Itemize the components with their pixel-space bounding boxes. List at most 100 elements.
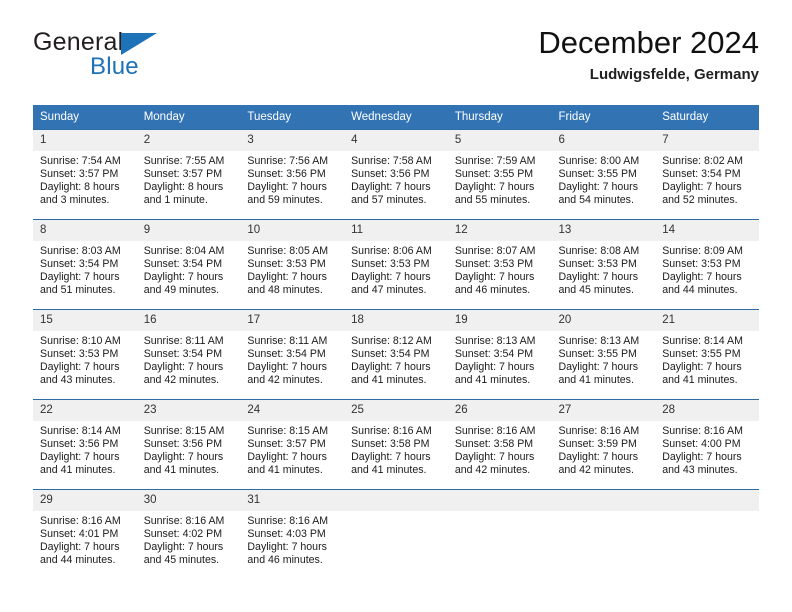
daylight-text-line1: Daylight: 7 hours	[454, 270, 535, 283]
calendar-day-cell[interactable]: 2 Sunrise: 7:55 AM Sunset: 3:57 PM Dayli…	[136, 129, 241, 220]
calendar-day-cell[interactable]: 17 Sunrise: 8:11 AM Sunset: 3:54 PM Dayl…	[240, 309, 345, 400]
calendar-day-cell[interactable]: 21 Sunrise: 8:14 AM Sunset: 3:55 PM Dayl…	[655, 309, 759, 400]
daylight-text-line2: and 43 minutes.	[40, 373, 116, 386]
calendar-day-cell[interactable]: 15 Sunrise: 8:10 AM Sunset: 3:53 PM Dayl…	[33, 309, 137, 400]
daylight-text-line2: and 57 minutes.	[351, 193, 427, 206]
day-number: 13	[551, 220, 656, 241]
daylight-text-line2: and 41 minutes.	[143, 463, 220, 476]
day-info: Sunrise: 8:06 AM Sunset: 3:53 PM Dayligh…	[344, 241, 448, 297]
calendar-day-cell[interactable]: 25 Sunrise: 8:16 AM Sunset: 3:58 PM Dayl…	[344, 399, 448, 490]
calendar-day-cell[interactable]: 18 Sunrise: 8:12 AM Sunset: 3:54 PM Dayl…	[344, 309, 448, 400]
sunset-text: Sunset: 3:54 PM	[40, 257, 119, 270]
sunrise-text: Sunrise: 8:12 AM	[351, 335, 432, 347]
sunset-text: Sunset: 3:57 PM	[143, 167, 223, 180]
daylight-text-line2: and 46 minutes.	[454, 283, 531, 296]
calendar-day-cell[interactable]: 3 Sunrise: 7:56 AM Sunset: 3:56 PM Dayli…	[240, 129, 345, 220]
day-info: Sunrise: 8:07 AM Sunset: 3:53 PM Dayligh…	[448, 241, 552, 297]
calendar-day-cell[interactable]: 9 Sunrise: 8:04 AM Sunset: 3:54 PM Dayli…	[136, 219, 241, 310]
day-info: Sunrise: 8:13 AM Sunset: 3:54 PM Dayligh…	[448, 331, 552, 387]
sunset-text: Sunset: 3:53 PM	[351, 257, 430, 270]
day-info: Sunrise: 8:08 AM Sunset: 3:53 PM Dayligh…	[552, 241, 656, 297]
sunset-text: Sunset: 3:58 PM	[454, 437, 534, 450]
calendar-header-row: Sunday Monday Tuesday Wednesday Thursday…	[33, 105, 759, 130]
calendar-week-row: 29 Sunrise: 8:16 AM Sunset: 4:01 PM Dayl…	[33, 489, 759, 579]
title-block: December 2024 Ludwigsfelde, Germany	[538, 24, 759, 86]
sunset-text: Sunset: 4:01 PM	[40, 527, 119, 540]
day-number: 17	[240, 310, 345, 331]
daylight-text-line2: and 45 minutes.	[558, 283, 634, 296]
sunrise-text: Sunrise: 8:16 AM	[662, 425, 743, 437]
day-info: Sunrise: 8:02 AM Sunset: 3:54 PM Dayligh…	[655, 151, 759, 207]
sunrise-text: Sunrise: 8:10 AM	[40, 335, 121, 347]
calendar-day-cell[interactable]: 7 Sunrise: 8:02 AM Sunset: 3:54 PM Dayli…	[655, 129, 759, 220]
sunrise-text: Sunrise: 8:13 AM	[454, 335, 536, 347]
calendar-day-cell[interactable]: 19 Sunrise: 8:13 AM Sunset: 3:54 PM Dayl…	[447, 309, 552, 400]
calendar-day-cell[interactable]: 28 Sunrise: 8:16 AM Sunset: 4:00 PM Dayl…	[655, 399, 759, 490]
calendar-day-cell[interactable]: 6 Sunrise: 8:00 AM Sunset: 3:55 PM Dayli…	[551, 129, 656, 220]
calendar-day-cell[interactable]: 5 Sunrise: 7:59 AM Sunset: 3:55 PM Dayli…	[447, 129, 552, 220]
calendar-day-cell[interactable]: 26 Sunrise: 8:16 AM Sunset: 3:58 PM Dayl…	[447, 399, 552, 490]
day-info: Sunrise: 7:59 AM Sunset: 3:55 PM Dayligh…	[448, 151, 552, 207]
daylight-text-line1: Daylight: 7 hours	[662, 180, 742, 193]
daylight-text-line1: Daylight: 7 hours	[143, 360, 224, 373]
calendar-day-cell[interactable]: 29 Sunrise: 8:16 AM Sunset: 4:01 PM Dayl…	[33, 489, 137, 579]
sunset-text: Sunset: 3:55 PM	[558, 167, 637, 180]
day-number: 7	[655, 130, 759, 151]
day-info: Sunrise: 7:56 AM Sunset: 3:56 PM Dayligh…	[240, 151, 344, 207]
sunrise-text: Sunrise: 7:59 AM	[454, 155, 536, 167]
day-info: Sunrise: 8:15 AM Sunset: 3:56 PM Dayligh…	[137, 421, 241, 477]
daylight-text-line2: and 41 minutes.	[247, 463, 323, 476]
calendar-day-cell[interactable]: 10 Sunrise: 8:05 AM Sunset: 3:53 PM Dayl…	[240, 219, 345, 310]
page-header: General Blue December 2024 Ludwigsfelde,…	[33, 25, 759, 96]
daylight-text-line1: Daylight: 8 hours	[40, 180, 120, 193]
weekday-header-tuesday: Tuesday	[240, 105, 345, 130]
daylight-text-line2: and 41 minutes.	[40, 463, 116, 476]
calendar-day-cell[interactable]: 30 Sunrise: 8:16 AM Sunset: 4:02 PM Dayl…	[136, 489, 241, 579]
sunset-text: Sunset: 3:57 PM	[247, 437, 326, 450]
sunset-text: Sunset: 3:57 PM	[40, 167, 119, 180]
daylight-text-line2: and 42 minutes.	[247, 373, 323, 386]
location-subtitle: Ludwigsfelde, Germany	[589, 66, 759, 83]
sunset-text: Sunset: 3:54 PM	[143, 347, 223, 360]
day-info: Sunrise: 8:03 AM Sunset: 3:54 PM Dayligh…	[33, 241, 137, 297]
daylight-text-line1: Daylight: 7 hours	[40, 360, 120, 373]
calendar-day-cell[interactable]: 1 Sunrise: 7:54 AM Sunset: 3:57 PM Dayli…	[33, 129, 137, 220]
daylight-text-line1: Daylight: 7 hours	[662, 450, 742, 463]
sunrise-text: Sunrise: 8:16 AM	[40, 515, 121, 527]
calendar-day-cell[interactable]: 20 Sunrise: 8:13 AM Sunset: 3:55 PM Dayl…	[551, 309, 656, 400]
daylight-text-line1: Daylight: 7 hours	[454, 450, 535, 463]
calendar-day-cell[interactable]: 13 Sunrise: 8:08 AM Sunset: 3:53 PM Dayl…	[551, 219, 656, 310]
calendar-day-cell[interactable]: 8 Sunrise: 8:03 AM Sunset: 3:54 PM Dayli…	[33, 219, 137, 310]
sunset-text: Sunset: 3:53 PM	[40, 347, 119, 360]
day-info: Sunrise: 8:16 AM Sunset: 3:59 PM Dayligh…	[552, 421, 656, 477]
calendar-day-cell[interactable]: 23 Sunrise: 8:15 AM Sunset: 3:56 PM Dayl…	[136, 399, 241, 490]
sunrise-text: Sunrise: 8:05 AM	[247, 245, 329, 257]
day-info: Sunrise: 7:55 AM Sunset: 3:57 PM Dayligh…	[137, 151, 241, 207]
weekday-header-wednesday: Wednesday	[344, 105, 448, 130]
brand-logo[interactable]: General Blue	[33, 28, 263, 90]
daylight-text-line1: Daylight: 7 hours	[40, 540, 120, 553]
sunrise-text: Sunrise: 7:55 AM	[143, 155, 225, 167]
calendar-day-cell[interactable]: 14 Sunrise: 8:09 AM Sunset: 3:53 PM Dayl…	[655, 219, 759, 310]
calendar-day-cell[interactable]: 16 Sunrise: 8:11 AM Sunset: 3:54 PM Dayl…	[136, 309, 241, 400]
sunrise-text: Sunrise: 8:16 AM	[351, 425, 432, 437]
calendar-day-cell[interactable]: 4 Sunrise: 7:58 AM Sunset: 3:56 PM Dayli…	[344, 129, 448, 220]
daylight-text-line2: and 42 minutes.	[454, 463, 531, 476]
day-info: Sunrise: 8:16 AM Sunset: 4:02 PM Dayligh…	[137, 511, 241, 567]
calendar-day-cell[interactable]: 24 Sunrise: 8:15 AM Sunset: 3:57 PM Dayl…	[240, 399, 345, 490]
sunrise-text: Sunrise: 8:16 AM	[247, 515, 329, 527]
sunrise-text: Sunrise: 8:11 AM	[143, 335, 224, 347]
sunrise-text: Sunrise: 8:00 AM	[558, 155, 640, 167]
daylight-text-line2: and 44 minutes.	[40, 553, 116, 566]
calendar-day-cell[interactable]: 12 Sunrise: 8:07 AM Sunset: 3:53 PM Dayl…	[447, 219, 552, 310]
sunrise-sunset-calendar-table: Sunday Monday Tuesday Wednesday Thursday…	[33, 105, 759, 579]
calendar-body: 1 Sunrise: 7:54 AM Sunset: 3:57 PM Dayli…	[33, 129, 759, 579]
sunrise-text: Sunrise: 8:16 AM	[143, 515, 225, 527]
calendar-day-cell[interactable]: 22 Sunrise: 8:14 AM Sunset: 3:56 PM Dayl…	[33, 399, 137, 490]
daylight-text-line2: and 46 minutes.	[247, 553, 323, 566]
calendar-day-cell[interactable]: 31 Sunrise: 8:16 AM Sunset: 4:03 PM Dayl…	[240, 489, 345, 579]
calendar-day-cell[interactable]: 11 Sunrise: 8:06 AM Sunset: 3:53 PM Dayl…	[344, 219, 448, 310]
sunset-text: Sunset: 4:03 PM	[247, 527, 326, 540]
day-info: Sunrise: 8:16 AM Sunset: 4:03 PM Dayligh…	[240, 511, 344, 567]
calendar-day-cell[interactable]: 27 Sunrise: 8:16 AM Sunset: 3:59 PM Dayl…	[551, 399, 656, 490]
